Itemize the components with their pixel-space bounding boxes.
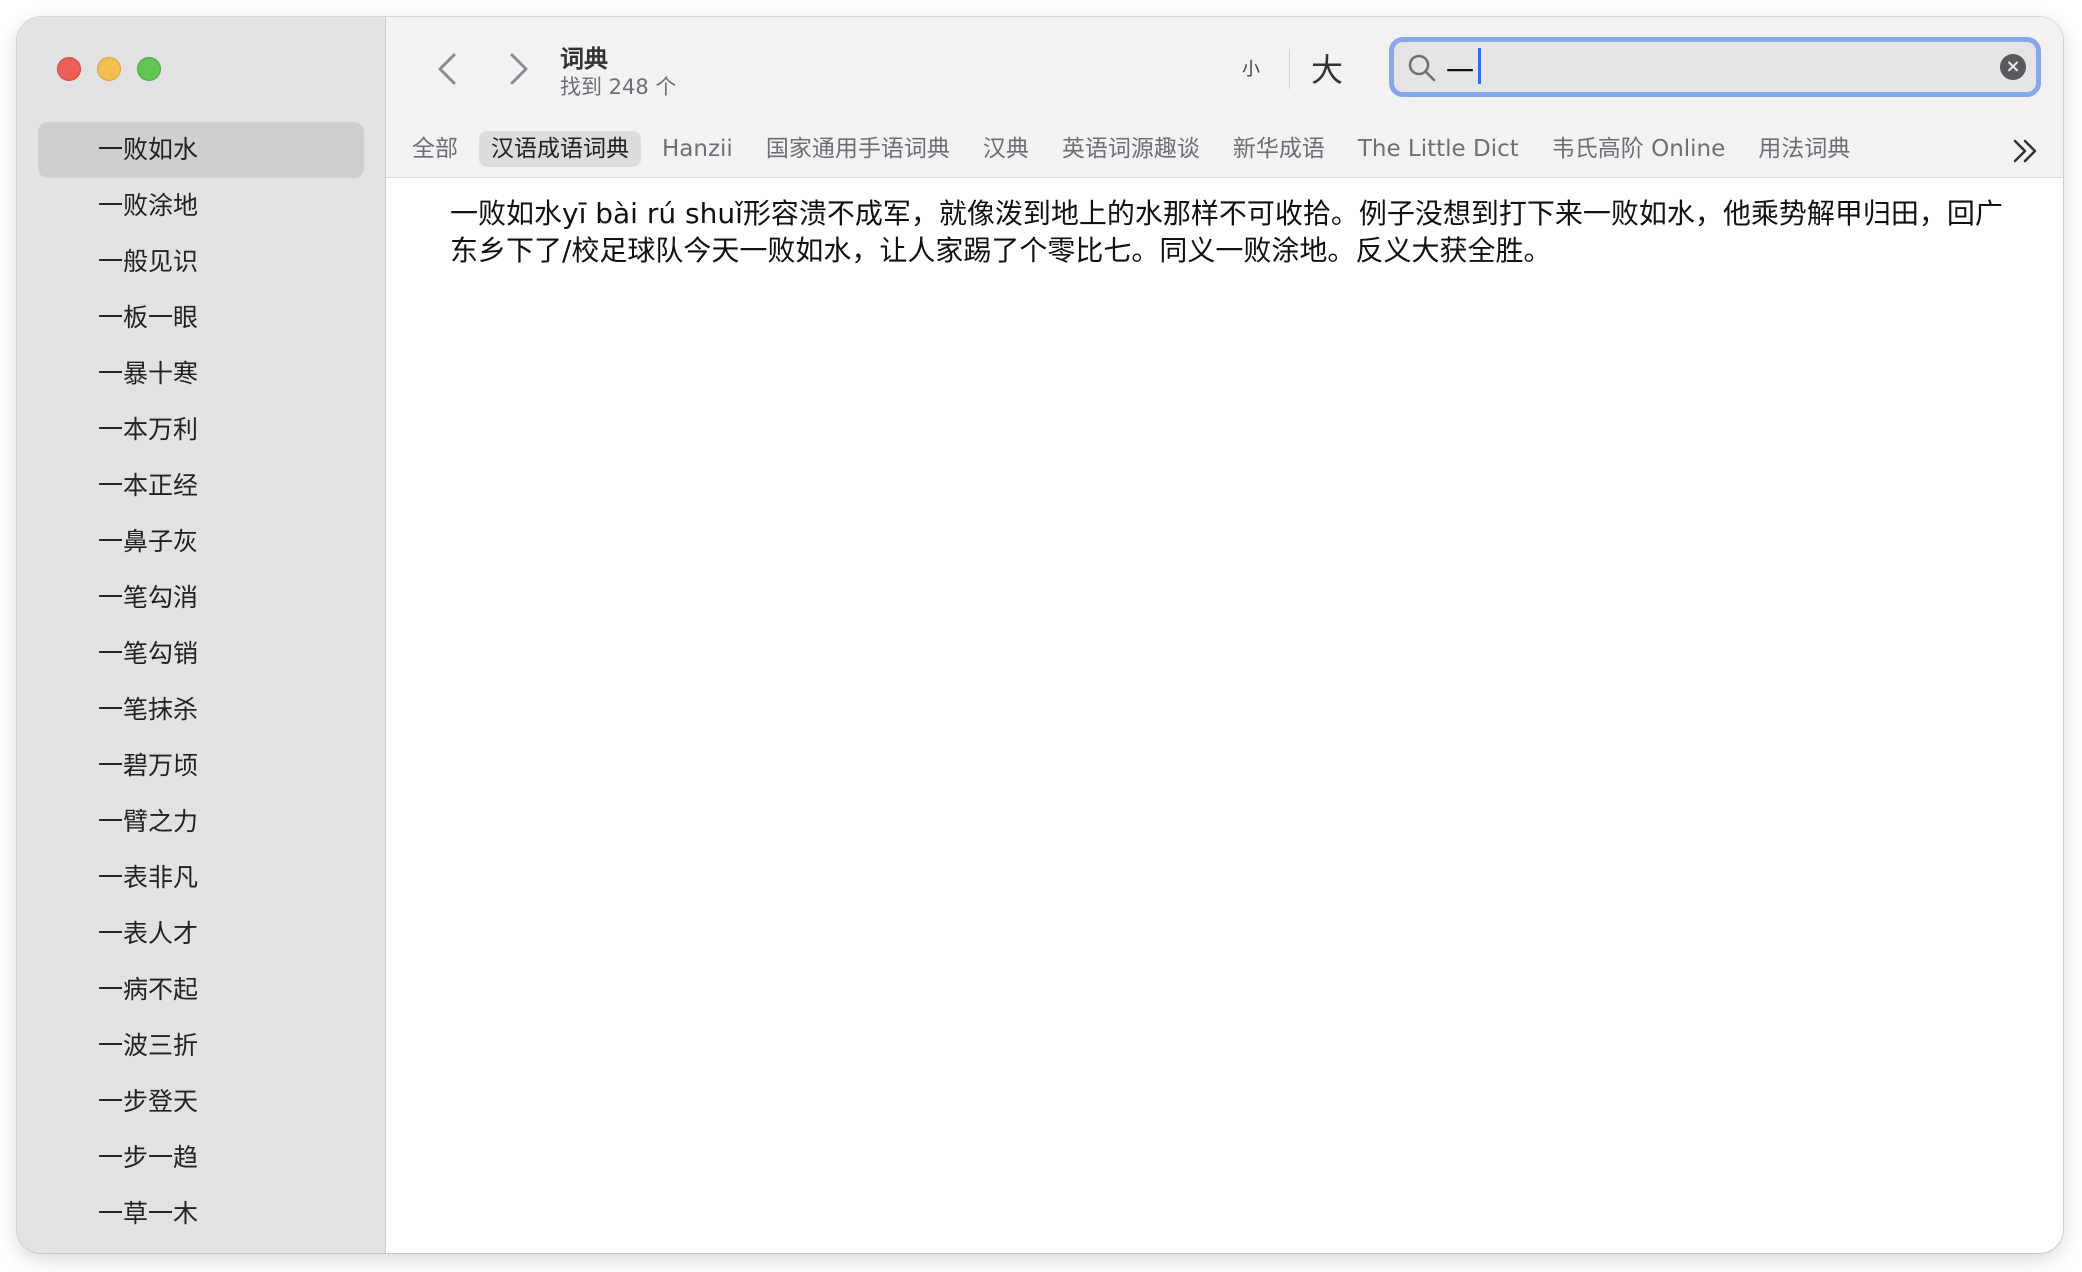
sidebar-item[interactable]: 一碧万顷 — [38, 738, 364, 794]
sidebar-item[interactable]: 一笔勾销 — [38, 626, 364, 682]
sidebar-item[interactable]: 一表人才 — [38, 906, 364, 962]
sidebar-item[interactable]: 一草一木 — [38, 1186, 364, 1242]
sidebar-item[interactable]: 一败如水 — [38, 122, 364, 178]
sidebar-item[interactable]: 一笔抹杀 — [38, 682, 364, 738]
forward-button[interactable] — [496, 47, 540, 91]
dictionary-tab[interactable]: 韦氏高阶 Online — [1540, 131, 1738, 167]
sidebar-item[interactable]: 一般见识 — [38, 234, 364, 290]
sidebar-item[interactable]: 一暴十寒 — [38, 346, 364, 402]
text-caret — [1478, 48, 1481, 84]
word-list: 一败如水 一败涂地 一般见识 一板一眼 一暴十寒 一本万利 一本正经 一鼻子灰 一笔勾消 一笔勾销… — [17, 122, 385, 1242]
dictionary-tab[interactable]: Hanzii — [650, 131, 745, 167]
sidebar-item[interactable]: 一笔勾消 — [38, 570, 364, 626]
zoom-window-button[interactable] — [137, 57, 161, 81]
sidebar-item[interactable]: 一败涂地 — [38, 178, 364, 234]
minimize-window-button[interactable] — [97, 57, 121, 81]
close-window-button[interactable] — [57, 57, 81, 81]
sidebar-item[interactable]: 一本正经 — [38, 458, 364, 514]
sidebar-item[interactable]: 一本万利 — [38, 402, 364, 458]
main-panel: 词典 找到 248 个 小 大 一 × 全部 汉语成语词典 Hanzii 国家通用手语… — [386, 17, 2063, 1253]
sidebar-item[interactable]: 一步登天 — [38, 1074, 364, 1130]
window-title: 词典 — [560, 45, 608, 73]
dictionary-tab[interactable]: 国家通用手语词典 — [754, 131, 962, 167]
dictionary-tab[interactable]: 用法词典 — [1746, 131, 1862, 167]
sidebar: 一败如水 一败涂地 一般见识 一板一眼 一暴十寒 一本万利 一本正经 一鼻子灰 一笔勾消 一笔勾销… — [17, 17, 386, 1253]
dictionary-window: 一败如水 一败涂地 一般见识 一板一眼 一暴十寒 一本万利 一本正经 一鼻子灰 一笔勾消 一笔勾销… — [17, 17, 2063, 1253]
sidebar-item[interactable]: 一板一眼 — [38, 290, 364, 346]
toolbar: 词典 找到 248 个 小 大 一 × 全部 汉语成语词典 Hanzii 国家通用手语… — [386, 17, 2063, 178]
back-button[interactable] — [426, 47, 470, 91]
result-count: 找到 248 个 — [560, 75, 677, 99]
sidebar-item[interactable]: 一波三折 — [38, 1018, 364, 1074]
sidebar-item[interactable]: 一臂之力 — [38, 794, 364, 850]
dictionary-tab[interactable]: 新华成语 — [1221, 131, 1337, 167]
double-chevron-right-icon[interactable] — [2007, 133, 2043, 169]
dictionary-tab[interactable]: 全部 — [400, 131, 470, 167]
dictionary-tabs: 全部 汉语成语词典 Hanzii 国家通用手语词典 汉典 英语词源趣谈 新华成语 The Li… — [400, 129, 1871, 169]
search-field[interactable]: 一 × — [1389, 37, 2041, 97]
dictionary-tab[interactable]: 英语词源趣谈 — [1050, 131, 1212, 167]
sidebar-item[interactable]: 一表非凡 — [38, 850, 364, 906]
font-size-divider — [1289, 49, 1290, 89]
clear-search-icon[interactable]: × — [2000, 54, 2026, 80]
dictionary-tab[interactable]: 汉典 — [971, 131, 1041, 167]
sidebar-item[interactable]: 一病不起 — [38, 962, 364, 1018]
chevron-right-icon — [510, 53, 528, 85]
dictionary-tab[interactable]: The Little Dict — [1346, 131, 1531, 167]
dictionary-tab[interactable]: 汉语成语词典 — [479, 131, 641, 167]
entry-definition: 一败如水yī bài rú shuǐ形容溃不成军，就像泼到地上的水那样不可收拾。… — [450, 197, 2003, 267]
search-icon — [1408, 54, 1436, 82]
chevron-left-icon — [438, 53, 456, 85]
sidebar-item[interactable]: 一鼻子灰 — [38, 514, 364, 570]
search-input[interactable]: 一 — [1446, 50, 1474, 90]
font-larger-button[interactable]: 大 — [1311, 45, 1343, 91]
sidebar-item[interactable]: 一步一趋 — [38, 1130, 364, 1186]
font-smaller-button[interactable]: 小 — [1242, 55, 1260, 81]
